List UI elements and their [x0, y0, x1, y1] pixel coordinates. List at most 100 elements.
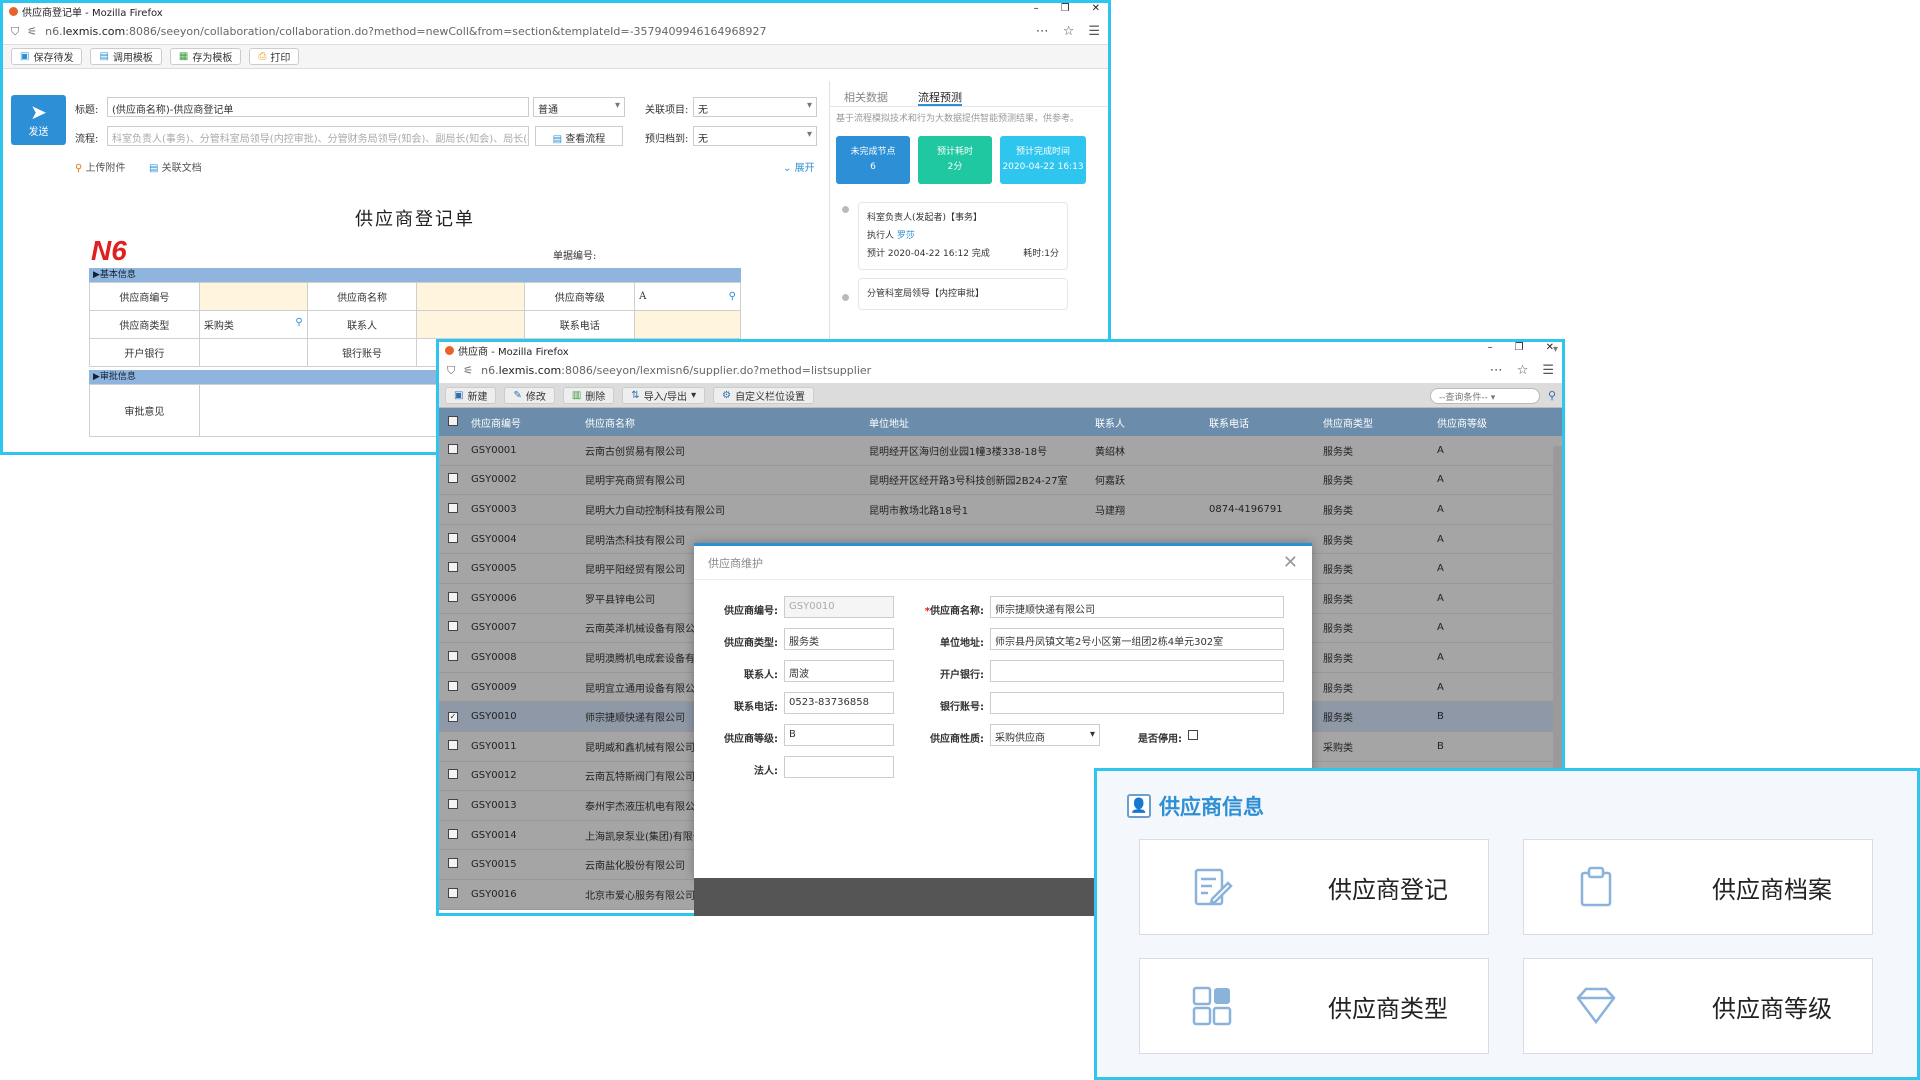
grid-label: 开户银行	[89, 338, 200, 367]
archive-select[interactable]: 无	[693, 126, 817, 146]
template-icon: ▤	[99, 51, 109, 62]
supplier-grade-field[interactable]: A ⚲	[634, 282, 741, 311]
disabled-checkbox[interactable]	[1188, 730, 1198, 743]
priority-select[interactable]: 普通	[533, 97, 625, 117]
url-text[interactable]: n6.lexmis.com:8086/seeyon/collaboration/…	[45, 25, 766, 38]
executor-link[interactable]: 罗莎	[897, 231, 915, 241]
delete-button[interactable]: ▥ 删除	[562, 387, 615, 404]
close-icon[interactable]: ✕	[1092, 3, 1100, 14]
table-row[interactable]: GSY0002 昆明宇亮商贸有限公司 昆明经开区经开路3号科技创新园2B24-27室…	[439, 465, 1562, 496]
associate-doc-link[interactable]: ▤ 关联文档	[149, 159, 202, 174]
tile-supplier-grade[interactable]: 供应商等级	[1523, 958, 1873, 1054]
restore-icon[interactable]: ❐	[1515, 342, 1524, 353]
close-icon[interactable]: ✕	[1283, 552, 1298, 573]
bookmark-star-icon[interactable]: ☆	[1063, 24, 1075, 39]
row-checkbox[interactable]: ✓	[439, 711, 467, 723]
basic-info-section[interactable]: ▶基本信息	[89, 268, 741, 282]
row-checkbox[interactable]	[439, 502, 467, 516]
col-name[interactable]: 供应商名称	[581, 415, 865, 430]
row-checkbox[interactable]	[439, 798, 467, 812]
hamburger-menu-icon[interactable]: ☰	[1542, 363, 1554, 378]
edit-button[interactable]: ✎ 修改	[504, 387, 555, 404]
more-icon[interactable]: ⋯	[1490, 363, 1503, 378]
row-checkbox[interactable]	[439, 562, 467, 575]
row-checkbox[interactable]	[439, 769, 467, 782]
permissions-icon[interactable]: ⚟	[463, 364, 473, 377]
row-checkbox[interactable]	[439, 443, 467, 457]
permissions-icon[interactable]: ⚟	[27, 25, 37, 38]
row-checkbox[interactable]	[439, 739, 467, 753]
view-flow-button[interactable]: ▤ 查看流程	[535, 126, 623, 146]
hamburger-menu-icon[interactable]: ☰	[1088, 24, 1100, 39]
code-input[interactable]: GSY0010	[784, 596, 894, 618]
supplier-name-field[interactable]	[416, 282, 526, 311]
row-checkbox[interactable]	[439, 828, 467, 842]
upload-attachment-link[interactable]: ⚲ 上传附件	[75, 159, 126, 174]
row-checkbox[interactable]	[439, 532, 467, 546]
type-input[interactable]: 服务类	[784, 628, 894, 650]
query-dropdown[interactable]: --查询条件-- ▾	[1429, 387, 1540, 404]
legal-input[interactable]	[784, 756, 894, 778]
bank-input[interactable]	[990, 660, 1284, 682]
address-input[interactable]: 师宗县丹凤镇文笔2号小区第一组团2栋4单元302室	[990, 628, 1284, 650]
grid-blocks-icon	[1192, 986, 1232, 1026]
tile-supplier-archive[interactable]: 供应商档案	[1523, 839, 1873, 935]
address-bar[interactable]: ⛉ ⚟ n6.lexmis.com:8086/seeyon/lexmisn6/s…	[439, 358, 1562, 384]
tile-supplier-registration[interactable]: 供应商登记	[1139, 839, 1489, 935]
phone-field[interactable]	[634, 310, 741, 339]
address-bar[interactable]: ⛉ ⚟ n6.lexmis.com:8086/seeyon/collaborat…	[3, 19, 1108, 45]
print-button[interactable]: ⎙ 打印	[249, 48, 300, 65]
row-checkbox[interactable]	[439, 858, 467, 871]
table-row[interactable]: GSY0001 云南古创贸易有限公司 昆明经开区海归创业园1幢3楼338-18号 黄绍…	[439, 436, 1562, 466]
col-contact[interactable]: 联系人	[1091, 415, 1205, 430]
table-row[interactable]: GSY0003 昆明大力自动控制科技有限公司 昆明市教场北路18号1 马建翔 0874-…	[439, 495, 1562, 525]
tab-flow-prediction[interactable]: 流程预测	[918, 89, 962, 106]
contact-field[interactable]	[416, 310, 526, 339]
col-address[interactable]: 单位地址	[865, 415, 1091, 430]
url-text[interactable]: n6.lexmis.com:8086/seeyon/lexmisn6/suppl…	[481, 364, 871, 377]
account-input[interactable]	[990, 692, 1284, 714]
new-button[interactable]: ▣ 新建	[445, 387, 497, 404]
supplier-type-field[interactable]: 采购类 ⚲	[198, 310, 308, 339]
custom-columns-button[interactable]: ⚙ 自定义栏位设置	[713, 387, 815, 404]
row-checkbox[interactable]	[439, 621, 467, 634]
minimize-icon[interactable]: –	[1034, 3, 1039, 14]
grid-label: 供应商类型	[89, 310, 200, 339]
search-icon[interactable]: ⚲	[295, 317, 302, 328]
related-project-select[interactable]: 无	[693, 97, 817, 117]
nature-select[interactable]: 采购供应商 ▾	[990, 724, 1100, 746]
tile-label: 供应商登记	[1328, 876, 1448, 904]
phone-input[interactable]: 0523-83736858	[784, 692, 894, 714]
col-phone[interactable]: 联系电话	[1205, 415, 1319, 430]
expand-link[interactable]: ⌄ 展开	[783, 159, 815, 174]
search-icon[interactable]: ⚲	[1548, 389, 1556, 402]
minimize-icon[interactable]: –	[1488, 342, 1493, 353]
col-grade[interactable]: 供应商等级	[1433, 415, 1523, 430]
save-as-template-button[interactable]: ▦ 存为模板	[169, 48, 242, 65]
load-template-button[interactable]: ▤ 调用模板	[90, 48, 162, 65]
select-all-checkbox[interactable]	[439, 415, 467, 429]
tile-supplier-type[interactable]: 供应商类型	[1139, 958, 1489, 1054]
col-type[interactable]: 供应商类型	[1319, 415, 1433, 430]
row-checkbox[interactable]	[439, 591, 467, 605]
row-checkbox[interactable]	[439, 887, 467, 901]
row-checkbox[interactable]	[439, 650, 467, 664]
more-icon[interactable]: ⋯	[1036, 24, 1049, 39]
row-checkbox[interactable]	[439, 680, 467, 694]
tab-related-data[interactable]: 相关数据	[844, 89, 888, 106]
col-code[interactable]: 供应商编号	[467, 415, 581, 430]
name-input[interactable]: 师宗捷顺快递有限公司	[990, 596, 1284, 618]
import-export-button[interactable]: ⇅ 导入/导出 ▾	[622, 387, 706, 404]
restore-icon[interactable]: ❐	[1061, 3, 1070, 14]
search-icon[interactable]: ⚲	[729, 291, 736, 302]
title-input[interactable]: (供应商名称)-供应商登记单	[107, 97, 529, 117]
supplier-code-field[interactable]	[198, 282, 308, 311]
contact-input[interactable]: 周波	[784, 660, 894, 682]
flow-input[interactable]: 科室负责人(事务)、分管科室局领导(内控审批)、分管财务局领导(知会)、副局长(…	[107, 126, 529, 146]
send-button[interactable]: ➤ 发送	[11, 95, 66, 145]
row-checkbox[interactable]	[439, 473, 467, 486]
grade-input[interactable]: B	[784, 724, 894, 746]
bookmark-star-icon[interactable]: ☆	[1517, 363, 1529, 378]
save-draft-button[interactable]: ▣ 保存待发	[11, 48, 83, 65]
bank-field[interactable]	[198, 338, 308, 367]
